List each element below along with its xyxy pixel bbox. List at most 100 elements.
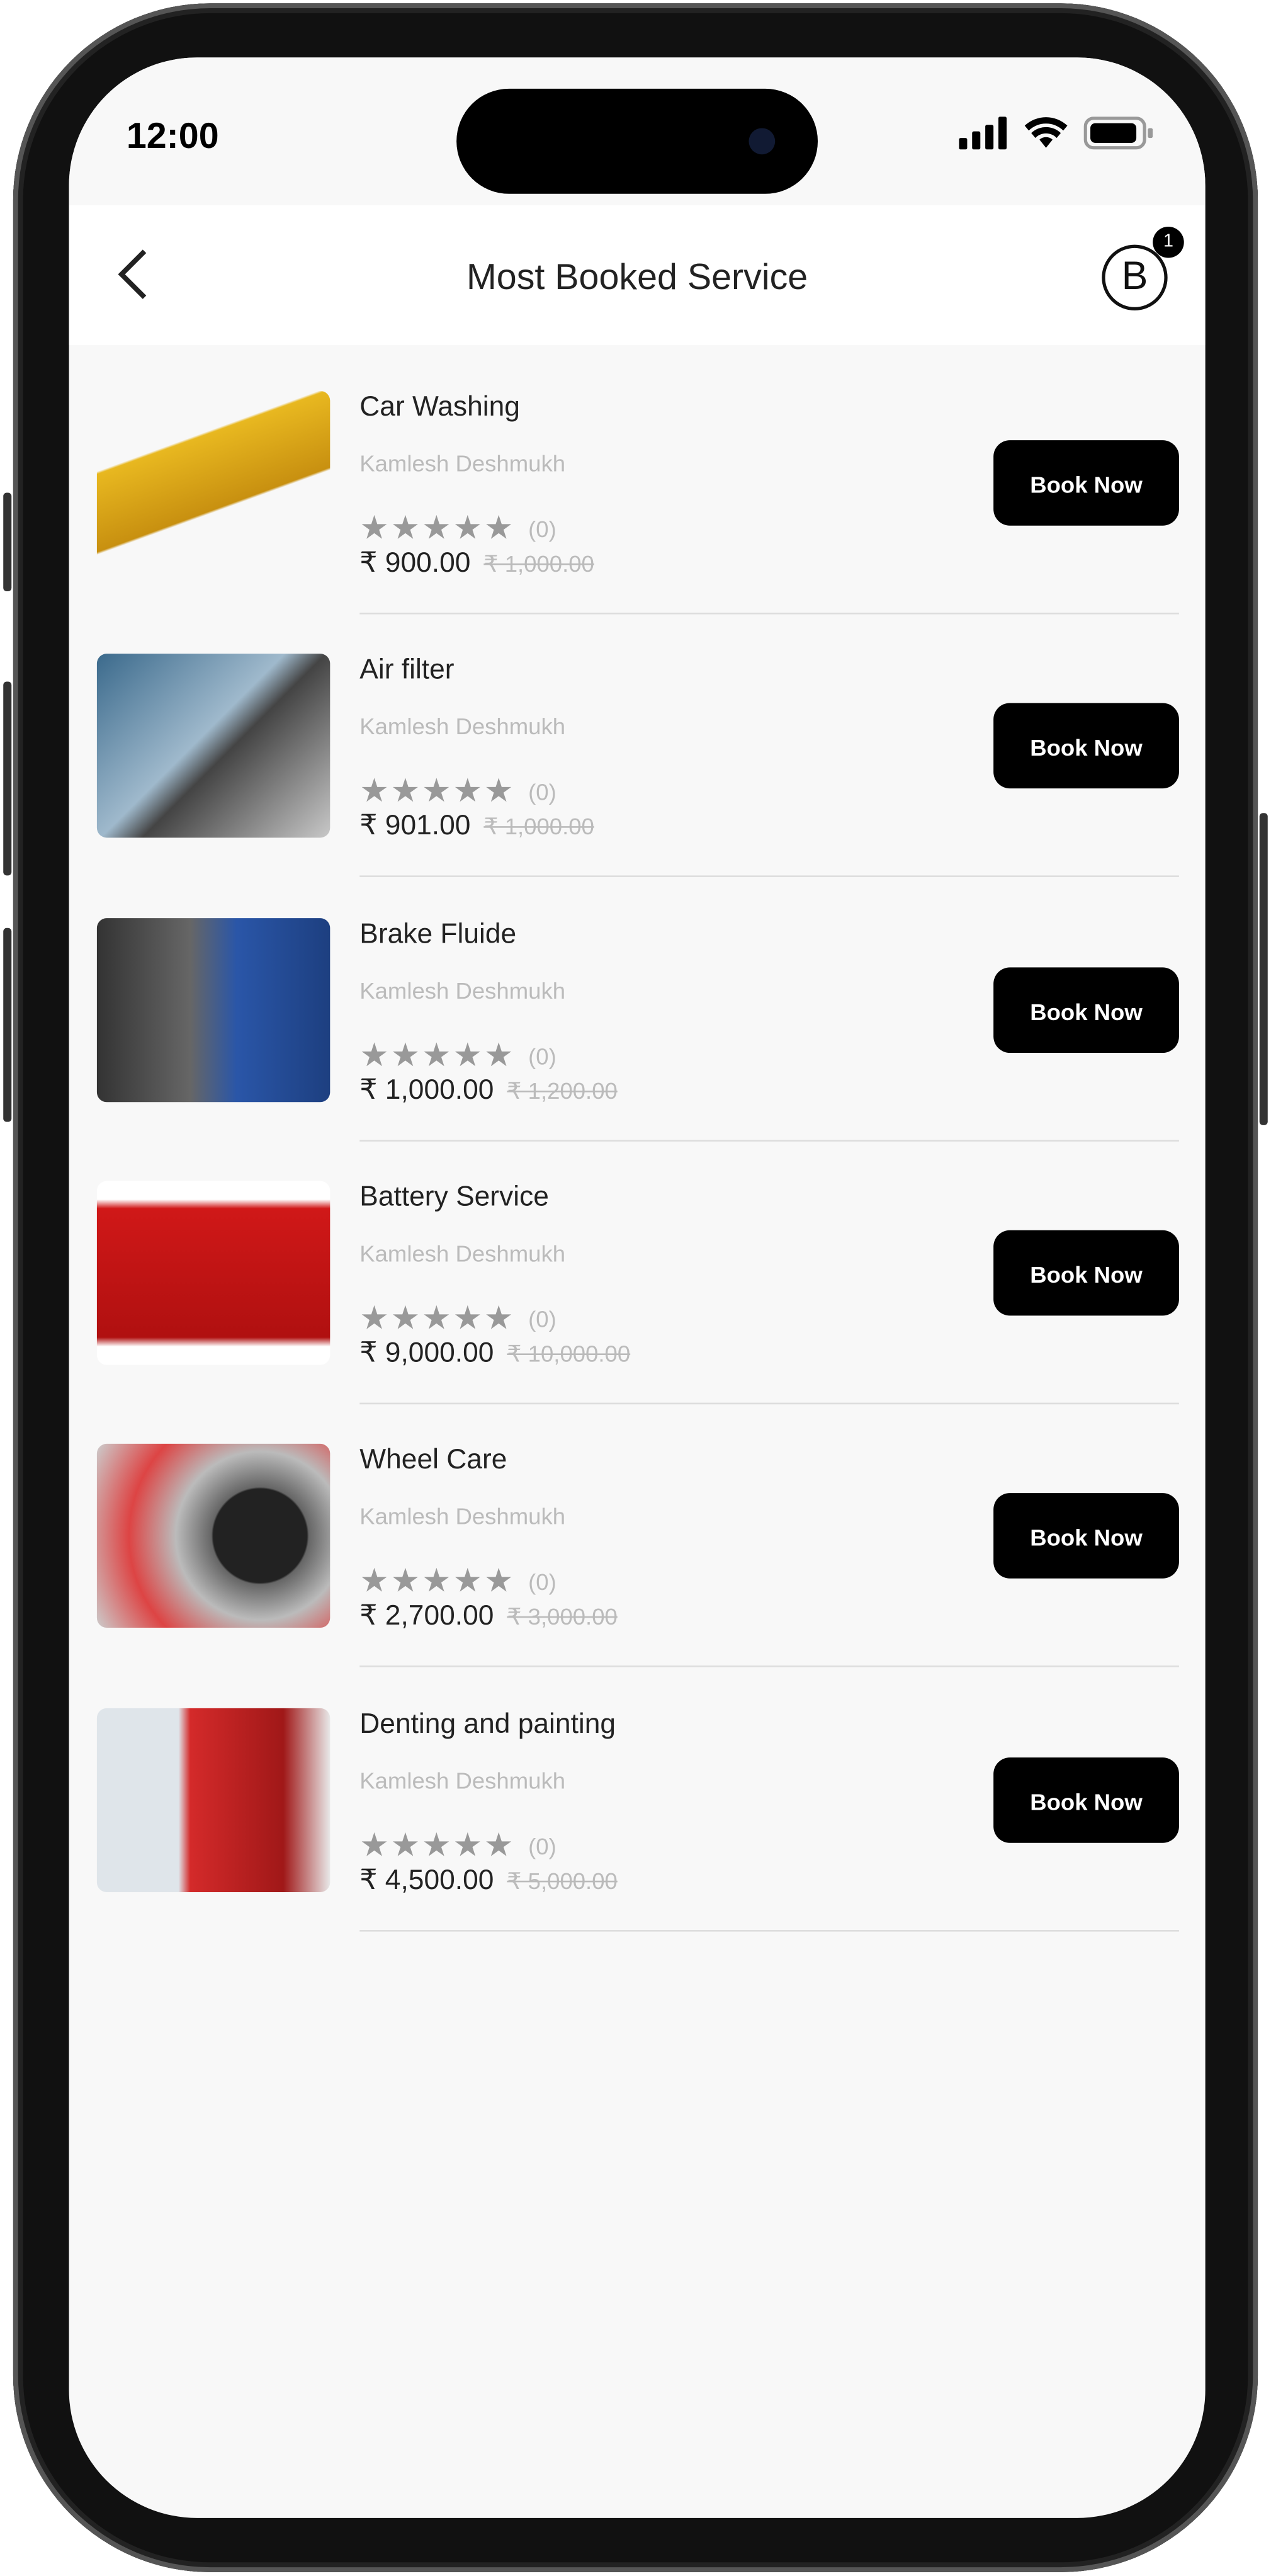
rating-count: (0): [528, 1832, 556, 1859]
star-icon: ★: [422, 511, 451, 547]
rating-count: (0): [528, 516, 556, 542]
service-name: Denting and painting: [359, 1707, 616, 1739]
book-now-button[interactable]: Book Now: [993, 967, 1179, 1052]
divider: [359, 1665, 1179, 1668]
rating-count: (0): [528, 779, 556, 805]
star-rating: ★ ★ ★ ★ ★ (0): [359, 1302, 556, 1335]
screen: 12:00 Most Booked Service B 1 Car Washin…: [69, 57, 1206, 2518]
original-price: ₹ 1,000.00: [483, 813, 594, 840]
dynamic-island: [456, 88, 818, 194]
service-name: Brake Fluide: [359, 917, 517, 949]
service-price: ₹ 9,000.00 ₹ 10,000.00: [359, 1337, 630, 1370]
star-icon: ★: [359, 1563, 390, 1601]
star-icon: ★: [483, 511, 514, 547]
star-icon: ★: [390, 1300, 421, 1337]
current-price: ₹ 1,000.00: [359, 1073, 494, 1105]
divider: [359, 1402, 1179, 1404]
star-icon: ★: [390, 511, 421, 547]
service-item[interactable]: Brake Fluide Kamlesh Deshmukh ★ ★ ★ ★ ★ (0) …: [69, 917, 1206, 1180]
service-image: [96, 1444, 330, 1628]
book-now-button[interactable]: Book Now: [993, 703, 1179, 789]
service-item[interactable]: Battery Service Kamlesh Deshmukh ★ ★ ★ ★ ★ (…: [69, 1181, 1206, 1443]
book-now-button[interactable]: Book Now: [993, 1756, 1179, 1842]
original-price: ₹ 1,000.00: [483, 550, 594, 577]
power-button: [1259, 813, 1268, 1125]
status-time: 12:00: [126, 115, 219, 156]
volume-down-button: [3, 928, 12, 1122]
star-icon: ★: [453, 1563, 483, 1601]
battery-icon: [1083, 116, 1153, 150]
service-item[interactable]: Air filter Kamlesh Deshmukh ★ ★ ★ ★ ★ (0) ₹ …: [69, 654, 1206, 917]
star-icon: ★: [453, 1300, 483, 1337]
current-price: ₹ 9,000.00: [359, 1337, 494, 1368]
original-price: ₹ 5,000.00: [507, 1866, 618, 1893]
star-icon: ★: [483, 1563, 514, 1601]
star-icon: ★: [483, 1037, 514, 1074]
current-price: ₹ 901.00: [359, 810, 471, 842]
current-price: ₹ 900.00: [359, 547, 471, 579]
book-now-button[interactable]: Book Now: [993, 1230, 1179, 1316]
service-image: [96, 917, 330, 1102]
service-item[interactable]: Car Washing Kamlesh Deshmukh ★ ★ ★ ★ ★ (0) ₹…: [69, 390, 1206, 654]
service-price: ₹ 901.00 ₹ 1,000.00: [359, 810, 594, 843]
service-provider: Kamlesh Deshmukh: [359, 1503, 566, 1530]
service-provider: Kamlesh Deshmukh: [359, 1240, 566, 1266]
original-price: ₹ 3,000.00: [507, 1603, 618, 1630]
cart-button[interactable]: B: [1102, 244, 1168, 311]
rating-count: (0): [528, 1305, 556, 1332]
app-header: Most Booked Service B 1: [69, 205, 1206, 345]
divider: [359, 1929, 1179, 1931]
original-price: ₹ 10,000.00: [507, 1340, 631, 1366]
current-price: ₹ 2,700.00: [359, 1600, 494, 1631]
star-icon: ★: [359, 1827, 390, 1864]
star-rating: ★ ★ ★ ★ ★ (0): [359, 776, 556, 809]
divider: [359, 1139, 1179, 1141]
star-icon: ★: [390, 1827, 421, 1864]
book-now-button[interactable]: Book Now: [993, 1493, 1179, 1579]
star-icon: ★: [359, 1037, 390, 1074]
action-button: [3, 492, 12, 592]
service-price: ₹ 4,500.00 ₹ 5,000.00: [359, 1863, 618, 1896]
star-icon: ★: [390, 774, 421, 810]
service-name: Air filter: [359, 654, 455, 686]
divider: [359, 612, 1179, 615]
service-image: [96, 390, 330, 575]
rating-count: (0): [528, 1569, 556, 1596]
service-name: Wheel Care: [359, 1444, 507, 1475]
star-rating: ★ ★ ★ ★ ★ (0): [359, 1829, 556, 1862]
star-icon: ★: [359, 1300, 390, 1337]
book-now-button[interactable]: Book Now: [993, 440, 1179, 526]
service-item[interactable]: Wheel Care Kamlesh Deshmukh ★ ★ ★ ★ ★ (0) ₹ …: [69, 1444, 1206, 1706]
service-name: Car Washing: [359, 390, 520, 423]
star-rating: ★ ★ ★ ★ ★ (0): [359, 1039, 556, 1072]
phone-mockup: 12:00 Most Booked Service B 1 Car Washin…: [0, 0, 1271, 2575]
star-icon: ★: [422, 1827, 451, 1864]
star-rating: ★ ★ ★ ★ ★ (0): [359, 513, 556, 545]
service-image: [96, 654, 330, 839]
original-price: ₹ 1,200.00: [507, 1077, 618, 1103]
volume-up-button: [3, 681, 12, 876]
star-icon: ★: [453, 1827, 483, 1864]
service-price: ₹ 2,700.00 ₹ 3,000.00: [359, 1600, 618, 1633]
service-price: ₹ 900.00 ₹ 1,000.00: [359, 547, 594, 580]
star-icon: ★: [483, 1827, 514, 1864]
star-icon: ★: [422, 1300, 451, 1337]
divider: [359, 876, 1179, 878]
star-icon: ★: [453, 1037, 483, 1074]
service-name: Battery Service: [359, 1181, 549, 1212]
service-provider: Kamlesh Deshmukh: [359, 450, 566, 477]
star-icon: ★: [390, 1037, 421, 1074]
status-bar: 12:00: [69, 57, 1206, 206]
star-icon: ★: [422, 1037, 451, 1074]
service-item[interactable]: Denting and painting Kamlesh Deshmukh ★ ★…: [69, 1707, 1206, 1970]
cart-badge: 1: [1153, 226, 1184, 258]
camera-icon: [748, 128, 776, 155]
star-icon: ★: [422, 774, 451, 810]
signal-icon: [959, 116, 1007, 150]
star-icon: ★: [390, 1563, 421, 1601]
star-icon: ★: [359, 774, 390, 810]
service-price: ₹ 1,000.00 ₹ 1,200.00: [359, 1074, 618, 1106]
star-icon: ★: [453, 774, 483, 810]
service-provider: Kamlesh Deshmukh: [359, 1766, 566, 1793]
star-icon: ★: [422, 1563, 451, 1601]
